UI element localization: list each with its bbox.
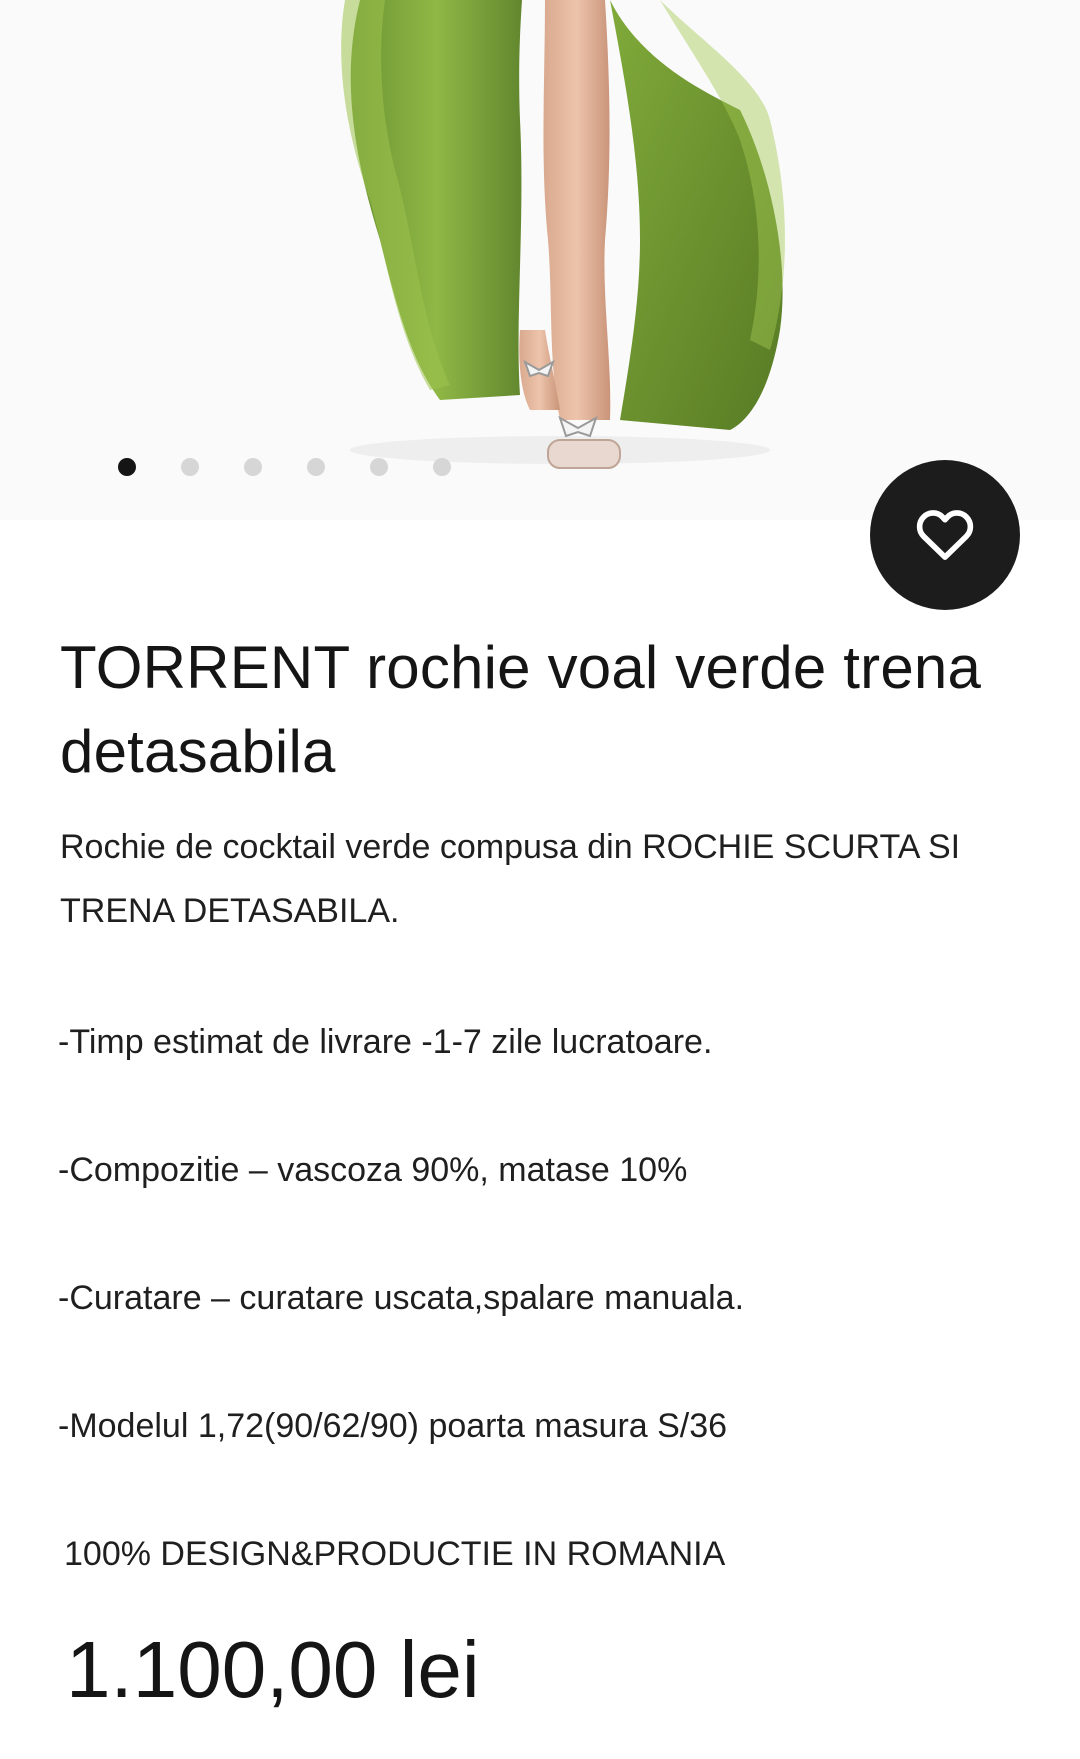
care-info: -Curatare – curatare uscata,spalare manu… bbox=[58, 1279, 745, 1317]
product-description: Rochie de cocktail verde compusa din ROC… bbox=[60, 828, 961, 930]
gallery-pagination bbox=[118, 458, 451, 476]
pagination-dot-6[interactable] bbox=[433, 458, 451, 476]
product-photo bbox=[341, 0, 785, 469]
delivery-info: -Timp estimat de livrare -1-7 zile lucra… bbox=[58, 1023, 713, 1061]
heart-icon bbox=[914, 505, 976, 566]
pagination-dot-1[interactable] bbox=[118, 458, 136, 476]
product-price: 1.100,00 lei bbox=[66, 1625, 480, 1714]
pagination-dot-4[interactable] bbox=[307, 458, 325, 476]
pagination-dot-3[interactable] bbox=[244, 458, 262, 476]
origin-info: 100% DESIGN&PRODUCTIE IN ROMANIA bbox=[64, 1535, 726, 1573]
add-to-favorites-button[interactable] bbox=[870, 460, 1020, 610]
product-image-gallery[interactable] bbox=[0, 0, 1080, 520]
pagination-dot-5[interactable] bbox=[370, 458, 388, 476]
product-title: TORRENT rochie voal verde trena detasabi… bbox=[60, 634, 982, 785]
composition-info: -Compozitie – vascoza 90%, matase 10% bbox=[58, 1151, 688, 1189]
pagination-dot-2[interactable] bbox=[181, 458, 199, 476]
model-size-info: -Modelul 1,72(90/62/90) poarta masura S/… bbox=[58, 1407, 728, 1445]
